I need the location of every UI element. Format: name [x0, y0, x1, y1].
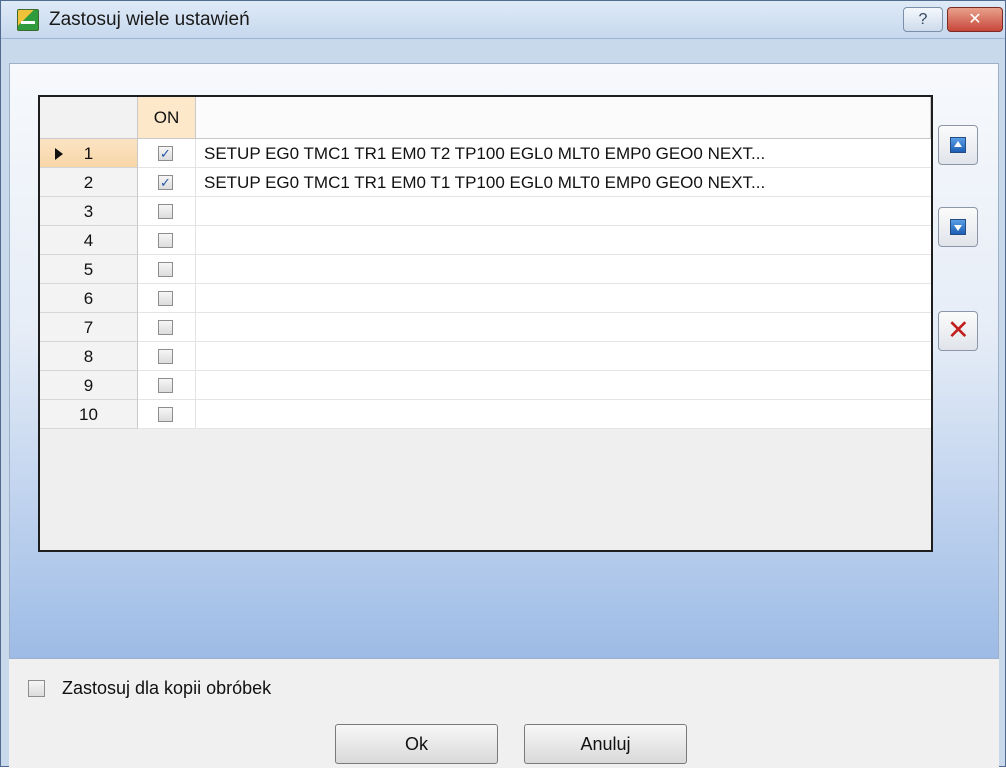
- row-on-checkbox[interactable]: [158, 204, 173, 219]
- row-setting-text[interactable]: [196, 226, 931, 255]
- table-row[interactable]: 3: [40, 197, 931, 226]
- table-row[interactable]: 7: [40, 313, 931, 342]
- row-setting-text[interactable]: [196, 313, 931, 342]
- row-number[interactable]: 9: [40, 371, 138, 400]
- row-setting-text[interactable]: [196, 255, 931, 284]
- row-on-cell[interactable]: [138, 226, 196, 255]
- close-button[interactable]: ✕: [947, 7, 1003, 32]
- row-on-cell[interactable]: ✓: [138, 168, 196, 197]
- row-on-checkbox[interactable]: [158, 262, 173, 277]
- window-title: Zastosuj wiele ustawień: [49, 9, 250, 30]
- row-on-cell[interactable]: [138, 371, 196, 400]
- close-icon: ✕: [968, 11, 982, 28]
- row-number[interactable]: 3: [40, 197, 138, 226]
- title-bar[interactable]: Zastosuj wiele ustawień ? ✕: [1, 1, 1005, 39]
- dialog-window: Zastosuj wiele ustawień ? ✕ ON 1 ✓ SETUP…: [0, 0, 1006, 768]
- grid-header: ON: [40, 97, 931, 139]
- delete-button[interactable]: ✕: [938, 311, 978, 351]
- row-number[interactable]: 10: [40, 400, 138, 429]
- row-number[interactable]: 6: [40, 284, 138, 313]
- row-setting-text[interactable]: SETUP EG0 TMC1 TR1 EM0 T1 TP100 EGL0 MLT…: [196, 168, 931, 197]
- arrow-up-icon: [950, 137, 966, 153]
- row-on-cell[interactable]: [138, 255, 196, 284]
- row-setting-text[interactable]: [196, 342, 931, 371]
- ok-button[interactable]: Ok: [335, 724, 498, 764]
- row-number[interactable]: 7: [40, 313, 138, 342]
- row-number[interactable]: 2: [40, 168, 138, 197]
- row-setting-text[interactable]: [196, 284, 931, 313]
- row-number[interactable]: 8: [40, 342, 138, 371]
- row-on-checkbox[interactable]: [158, 320, 173, 335]
- table-row[interactable]: 1 ✓ SETUP EG0 TMC1 TR1 EM0 T2 TP100 EGL0…: [40, 139, 931, 168]
- bottom-panel: [9, 659, 999, 768]
- row-setting-text[interactable]: SETUP EG0 TMC1 TR1 EM0 T2 TP100 EGL0 MLT…: [196, 139, 931, 168]
- table-row[interactable]: 2 ✓ SETUP EG0 TMC1 TR1 EM0 T1 TP100 EGL0…: [40, 168, 931, 197]
- grid-header-setting[interactable]: [196, 97, 931, 139]
- row-on-cell[interactable]: ✓: [138, 139, 196, 168]
- row-on-cell[interactable]: [138, 342, 196, 371]
- table-row[interactable]: 8: [40, 342, 931, 371]
- row-on-checkbox[interactable]: ✓: [158, 175, 173, 190]
- delete-icon: ✕: [947, 315, 970, 345]
- settings-grid: ON 1 ✓ SETUP EG0 TMC1 TR1 EM0 T2 TP100 E…: [38, 95, 933, 552]
- row-number-label: 1: [83, 144, 94, 163]
- row-setting-text[interactable]: [196, 400, 931, 429]
- row-on-checkbox[interactable]: [158, 291, 173, 306]
- row-number[interactable]: 4: [40, 226, 138, 255]
- app-icon: [17, 9, 39, 31]
- cancel-button[interactable]: Anuluj: [524, 724, 687, 764]
- row-on-cell[interactable]: [138, 284, 196, 313]
- row-number[interactable]: 1: [40, 139, 138, 168]
- row-on-checkbox[interactable]: [158, 233, 173, 248]
- move-up-button[interactable]: [938, 125, 978, 165]
- row-setting-text[interactable]: [196, 371, 931, 400]
- apply-copies-checkbox[interactable]: [28, 680, 45, 697]
- current-row-marker-icon: [55, 148, 63, 160]
- help-button[interactable]: ?: [903, 7, 943, 32]
- row-setting-text[interactable]: [196, 197, 931, 226]
- table-row[interactable]: 10: [40, 400, 931, 429]
- grid-header-corner: [40, 97, 138, 139]
- move-down-button[interactable]: [938, 207, 978, 247]
- apply-copies-label[interactable]: Zastosuj dla kopii obróbek: [62, 678, 271, 699]
- row-on-cell[interactable]: [138, 313, 196, 342]
- row-on-checkbox[interactable]: [158, 349, 173, 364]
- table-row[interactable]: 4: [40, 226, 931, 255]
- row-on-checkbox[interactable]: [158, 407, 173, 422]
- row-on-cell[interactable]: [138, 197, 196, 226]
- row-on-checkbox[interactable]: ✓: [158, 146, 173, 161]
- table-row[interactable]: 9: [40, 371, 931, 400]
- row-number[interactable]: 5: [40, 255, 138, 284]
- table-row[interactable]: 6: [40, 284, 931, 313]
- row-on-cell[interactable]: [138, 400, 196, 429]
- grid-header-on[interactable]: ON: [138, 97, 196, 139]
- row-on-checkbox[interactable]: [158, 378, 173, 393]
- table-row[interactable]: 5: [40, 255, 931, 284]
- arrow-down-icon: [950, 219, 966, 235]
